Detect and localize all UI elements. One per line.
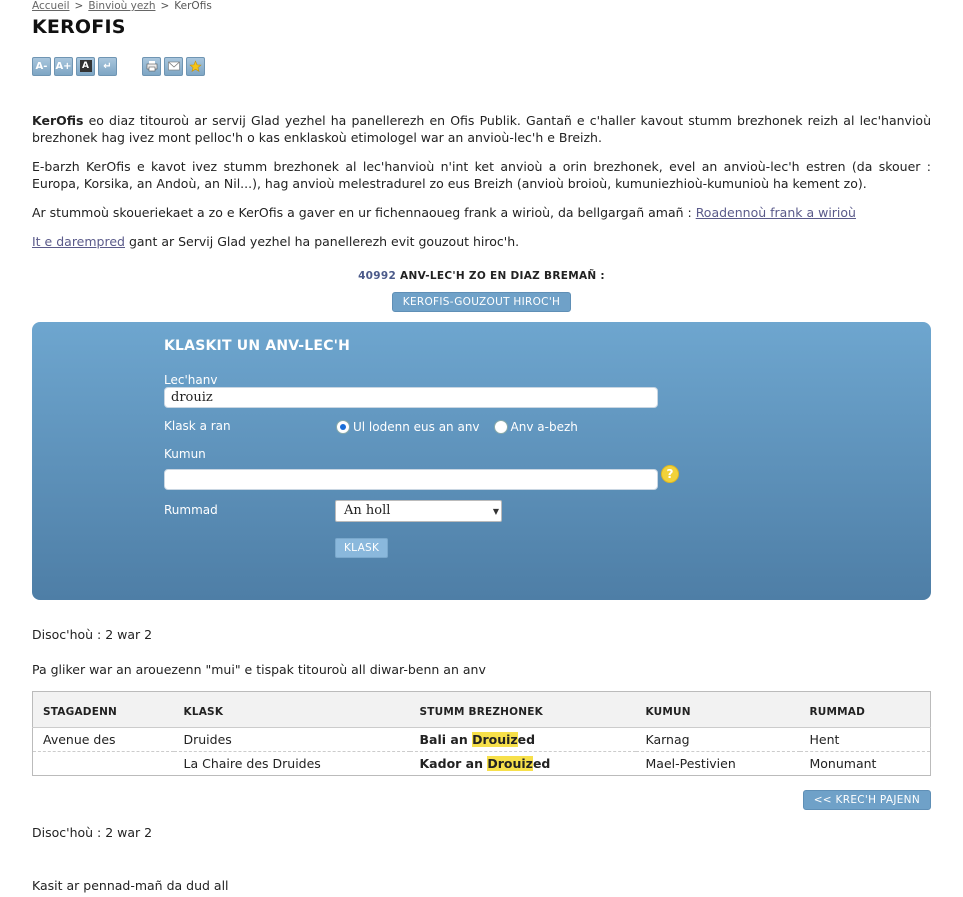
text-increase-icon: A+ xyxy=(55,60,72,72)
category-row: Rummad An holl ▼ xyxy=(164,500,724,522)
header-rummad[interactable]: RUMMAD xyxy=(799,691,931,728)
header-stagadenn[interactable]: STAGADENN xyxy=(32,691,174,728)
advanced-search-button[interactable]: KEROFIS-GOUZOUT HIROC'H xyxy=(391,292,572,312)
results-count-top: Disoc'hoù : 2 war 2 xyxy=(32,627,153,642)
results-table: STAGADENN KLASK STUMM BREZHONEK KUMUN RU… xyxy=(32,691,931,776)
text-decrease-button[interactable]: A- xyxy=(32,56,51,76)
print-button[interactable] xyxy=(142,56,161,76)
category-select[interactable]: An holl ▼ xyxy=(335,500,502,522)
place-count-text: ANV-LEC'H ZO EN DIAZ BREMAÑ : xyxy=(396,270,605,282)
cell-stumm-brezhonek[interactable]: Kador an Drouized xyxy=(410,752,636,776)
results-hint: Pa gliker war an arouezenn "mui" e tispa… xyxy=(32,662,486,677)
intro-paragraph-2: E-barzh KerOfis e kavot ivez stumm brezh… xyxy=(32,159,931,191)
cell-klask: Druides xyxy=(173,727,410,752)
breadcrumb-current: KerOfis xyxy=(174,0,212,12)
intro-text: KerOfis eo diaz titouroù ar servij Glad … xyxy=(32,112,931,250)
page-title: KEROFIS xyxy=(32,16,126,38)
intro-paragraph-3: Ar stummoù skoueriekaet a zo e KerOfis a… xyxy=(32,204,931,221)
return-button[interactable]: ↵ xyxy=(98,56,117,76)
search-highlight: Drouiz xyxy=(487,756,533,771)
breadcrumb-home-link[interactable]: Accueil xyxy=(32,0,70,12)
mail-button[interactable] xyxy=(164,56,183,76)
table-header-row: STAGADENN KLASK STUMM BREZHONEK KUMUN RU… xyxy=(32,691,931,728)
commune-input[interactable] xyxy=(164,469,658,490)
table-row[interactable]: La Chaire des Druides Kador an Drouized … xyxy=(33,752,931,776)
results-count-bottom: Disoc'hoù : 2 war 2 xyxy=(32,825,153,840)
stumm-prefix: Bali an xyxy=(419,732,473,747)
print-icon xyxy=(146,61,157,72)
intro-paragraph-1-text: eo diaz titouroù ar servij Glad yezhel h… xyxy=(32,113,931,145)
search-form: KLASKIT UN ANV-LEC'H Lec'hanv Klask a ra… xyxy=(164,338,724,558)
text-decrease-icon: A- xyxy=(35,60,48,72)
cell-rummad: Hent xyxy=(799,727,931,752)
cell-klask: La Chaire des Druides xyxy=(183,756,321,771)
page-content: Accueil > Binvioù yezh > KerOfis KEROFIS A- … xyxy=(32,0,931,893)
help-icon[interactable]: ? xyxy=(661,465,679,483)
header-klask[interactable]: KLASK xyxy=(173,691,410,728)
share-article-link[interactable]: Kasit ar pennad-mañ da dud all xyxy=(32,878,931,893)
chevron-down-icon: ▼ xyxy=(492,507,499,516)
return-icon: ↵ xyxy=(103,60,112,72)
stumm-prefix: Kador an xyxy=(419,756,488,771)
commune-label: Kumun xyxy=(164,447,206,461)
placename-input[interactable] xyxy=(164,387,658,408)
contrast-icon: A xyxy=(79,60,92,72)
full-name-radio[interactable] xyxy=(493,420,508,434)
advanced-button-wrap: KEROFIS-GOUZOUT HIROC'H xyxy=(32,292,931,312)
breadcrumb-separator: > xyxy=(74,0,84,12)
open-data-link[interactable]: Roadennoù frank a wirioù xyxy=(696,205,856,220)
placename-label: Lec'hanv xyxy=(164,373,218,387)
favorite-button[interactable] xyxy=(186,56,205,76)
scope-row: Klask a ran Ul lodenn eus an anv Anv a-b… xyxy=(164,420,724,442)
cell-stagadenn: Avenue des xyxy=(32,727,174,752)
full-name-label[interactable]: Anv a-bezh xyxy=(511,420,578,434)
partial-name-label[interactable]: Ul lodenn eus an anv xyxy=(353,420,480,434)
table-row[interactable]: Avenue des Druides Bali an Drouized Karn… xyxy=(32,727,931,752)
favorite-star-icon xyxy=(189,59,202,72)
place-count-number: 40992 xyxy=(358,270,397,282)
scope-label: Klask a ran xyxy=(164,419,231,433)
header-kumun[interactable]: KUMUN xyxy=(635,691,800,728)
intro-paragraph-1: KerOfis eo diaz titouroù ar servij Glad … xyxy=(32,112,931,146)
intro-paragraph-4-text: gant ar Servij Glad yezhel ha panellerez… xyxy=(124,234,520,249)
contrast-button[interactable]: A xyxy=(76,56,95,76)
cell-kumun: Karnag xyxy=(635,727,800,752)
text-increase-button[interactable]: A+ xyxy=(54,56,73,76)
kerofis-name: KerOfis xyxy=(32,113,84,128)
search-panel-title: KLASKIT UN ANV-LEC'H xyxy=(164,338,351,354)
scope-radios: Ul lodenn eus an anv Anv a-bezh xyxy=(336,420,578,434)
previous-page-button[interactable]: << KREC'H PAJENN xyxy=(802,790,931,810)
cell-rummad: Monumant xyxy=(809,756,877,771)
cell-stagadenn xyxy=(33,752,174,776)
cell-stumm-brezhonek[interactable]: Bali an Drouized xyxy=(409,727,636,752)
category-label: Rummad xyxy=(164,503,218,517)
submit-row: KLASK xyxy=(335,538,724,558)
intro-paragraph-3-text: Ar stummoù skoueriekaet a zo e KerOfis a… xyxy=(32,205,696,220)
mail-icon xyxy=(167,61,180,71)
stumm-suffix: ed xyxy=(517,732,536,747)
cell-kumun: Mael-Pestivien xyxy=(645,756,736,771)
search-submit-button[interactable]: KLASK xyxy=(335,538,389,558)
breadcrumb: Accueil > Binvioù yezh > KerOfis xyxy=(32,0,931,12)
partial-name-radio[interactable] xyxy=(336,420,350,434)
search-highlight: Drouiz xyxy=(472,732,518,747)
pagination: << KREC'H PAJENN xyxy=(32,790,931,810)
category-selected: An holl xyxy=(344,503,391,518)
breadcrumb-language-tools-link[interactable]: Binvioù yezh xyxy=(88,0,155,12)
header-stumm-brezhonek[interactable]: STUMM BREZHONEK xyxy=(409,691,636,728)
breadcrumb-separator: > xyxy=(160,0,170,12)
stumm-suffix: ed xyxy=(532,756,551,771)
search-panel: KLASKIT UN ANV-LEC'H Lec'hanv Klask a ra… xyxy=(32,322,931,600)
contact-link[interactable]: It e darempred xyxy=(32,234,125,249)
accessibility-toolbar: A- A+ A ↵ xyxy=(32,56,931,76)
place-count: 40992 ANV-LEC'H ZO EN DIAZ BREMAÑ : xyxy=(32,270,931,282)
commune-row: ? xyxy=(164,465,724,490)
intro-paragraph-4: It e darempred gant ar Servij Glad yezhe… xyxy=(32,233,931,250)
